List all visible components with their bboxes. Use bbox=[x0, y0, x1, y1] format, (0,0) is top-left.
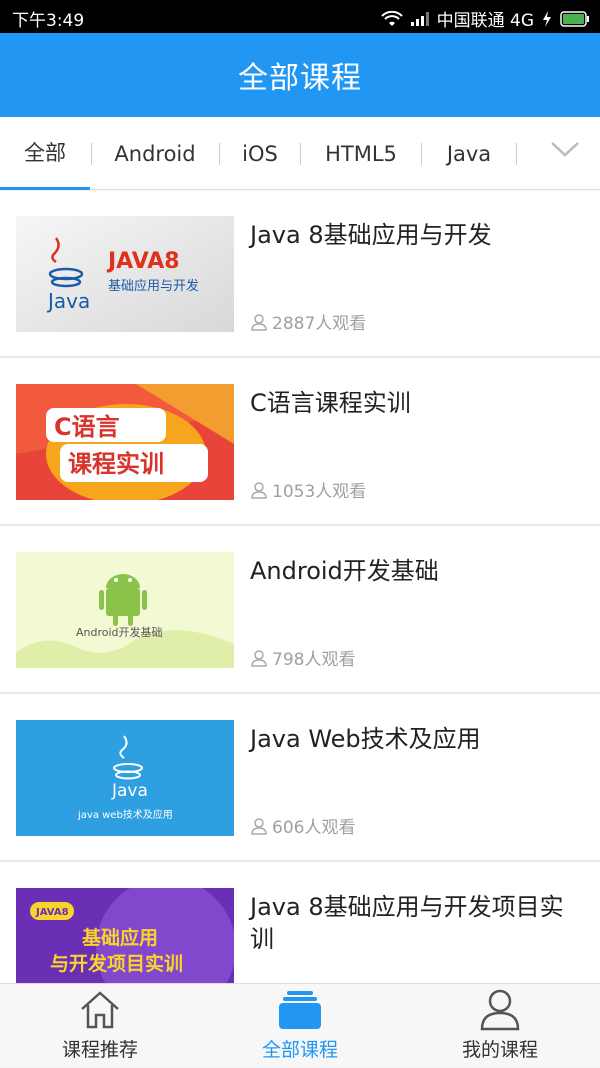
tab-label: HTML5 bbox=[325, 141, 397, 166]
course-views: 606人观看 bbox=[250, 813, 355, 838]
course-views: 798人观看 bbox=[250, 645, 355, 670]
course-title: Java Web技术及应用 bbox=[250, 725, 481, 753]
tab-html5[interactable]: HTML5 bbox=[301, 117, 421, 190]
course-title: C语言课程实训 bbox=[250, 389, 411, 417]
course-title: Java 8基础应用与开发项目实训 bbox=[250, 893, 564, 953]
app-bar: 全部课程 bbox=[0, 33, 600, 117]
thumb-subtitle-text: 与开发项目实训 bbox=[50, 952, 183, 975]
course-views: 2887人观看 bbox=[250, 309, 366, 334]
tab-divider bbox=[516, 143, 517, 165]
person-icon bbox=[251, 313, 267, 331]
status-carrier: 中国联通 4G bbox=[436, 11, 534, 31]
charging-icon bbox=[543, 10, 551, 27]
course-item[interactable]: Android开发基础 Android开发基础 798人观看 bbox=[0, 527, 600, 693]
course-list: Java JAVA8 基础应用与开发 Java 8基础应用与开发 2887人观看… bbox=[0, 191, 600, 983]
course-thumbnail: C语言 课程实训 bbox=[16, 384, 234, 500]
signal-icon bbox=[410, 11, 429, 26]
course-item[interactable]: C语言 课程实训 C语言课程实训 1053人观看 bbox=[0, 359, 600, 525]
wifi-icon bbox=[380, 10, 403, 26]
thumb-subtitle-text: 课程实训 bbox=[68, 450, 164, 478]
course-views: 1053人观看 bbox=[250, 477, 366, 502]
tab-android[interactable]: Android bbox=[92, 117, 218, 190]
page-title: 全部课程 bbox=[238, 61, 362, 96]
course-thumbnail: Java java web技术及应用 bbox=[16, 720, 234, 836]
thumb-java-text: Java bbox=[46, 289, 90, 313]
course-title: Android开发基础 bbox=[250, 557, 439, 585]
battery-icon bbox=[560, 10, 589, 27]
course-item[interactable]: Java java web技术及应用 Java Web技术及应用 606人观看 bbox=[0, 695, 600, 861]
views-count: 798人观看 bbox=[272, 650, 356, 670]
person-icon bbox=[251, 817, 267, 835]
category-tabs: 全部 Android iOS HTML5 Java bbox=[0, 117, 600, 190]
nav-recommended[interactable]: 课程推荐 bbox=[0, 984, 200, 1068]
thumb-title-text: C语言 bbox=[54, 413, 120, 441]
nav-my-courses[interactable]: 我的课程 bbox=[400, 984, 600, 1068]
tab-java[interactable]: Java bbox=[422, 117, 516, 190]
course-item[interactable]: JAVA8 基础应用 与开发项目实训 Java 8基础应用与开发项目实训 bbox=[0, 863, 600, 983]
thumb-subtitle-text: java web技术及应用 bbox=[77, 808, 173, 821]
thumb-title-text: Android开发基础 bbox=[76, 625, 163, 639]
status-time: 下午3:49 bbox=[12, 11, 85, 31]
views-count: 606人观看 bbox=[272, 818, 356, 838]
views-count: 1053人观看 bbox=[272, 482, 367, 502]
chevron-down-icon[interactable] bbox=[550, 139, 580, 159]
course-item[interactable]: Java JAVA8 基础应用与开发 Java 8基础应用与开发 2887人观看 bbox=[0, 191, 600, 357]
status-bar: 下午3:49 中国联通 4G bbox=[0, 0, 600, 33]
tab-label: Android bbox=[114, 141, 196, 166]
nav-all-courses[interactable]: 全部课程 bbox=[200, 984, 400, 1068]
tab-ios[interactable]: iOS bbox=[220, 117, 300, 190]
user-icon bbox=[480, 989, 520, 1031]
nav-label: 我的课程 bbox=[461, 1039, 538, 1061]
courses-icon bbox=[279, 991, 321, 1029]
nav-label: 课程推荐 bbox=[61, 1039, 138, 1061]
course-thumbnail: Android开发基础 bbox=[16, 552, 234, 668]
nav-label: 全部课程 bbox=[261, 1039, 338, 1061]
thumb-subtitle-text: 基础应用与开发 bbox=[108, 278, 199, 294]
thumb-java8-text: JAVA8 bbox=[106, 249, 180, 274]
tab-label: 全部 bbox=[24, 141, 66, 165]
tab-label: iOS bbox=[242, 141, 278, 166]
tab-all[interactable]: 全部 bbox=[0, 117, 90, 190]
course-thumbnail: JAVA8 基础应用 与开发项目实训 bbox=[16, 888, 234, 983]
tab-label: Java bbox=[446, 141, 492, 166]
person-icon bbox=[251, 481, 267, 499]
course-title: Java 8基础应用与开发 bbox=[250, 221, 492, 249]
thumb-badge-text: JAVA8 bbox=[35, 907, 69, 918]
thumb-java-text: Java bbox=[111, 781, 148, 801]
views-count: 2887人观看 bbox=[272, 314, 367, 334]
home-icon bbox=[81, 991, 119, 1029]
course-thumbnail: Java JAVA8 基础应用与开发 bbox=[16, 216, 234, 332]
thumb-title-text: 基础应用 bbox=[81, 926, 158, 949]
bottom-nav: 课程推荐 全部课程 我的课程 bbox=[0, 983, 600, 1067]
status-right: 中国联通 4G bbox=[380, 6, 590, 31]
person-icon bbox=[251, 649, 267, 667]
